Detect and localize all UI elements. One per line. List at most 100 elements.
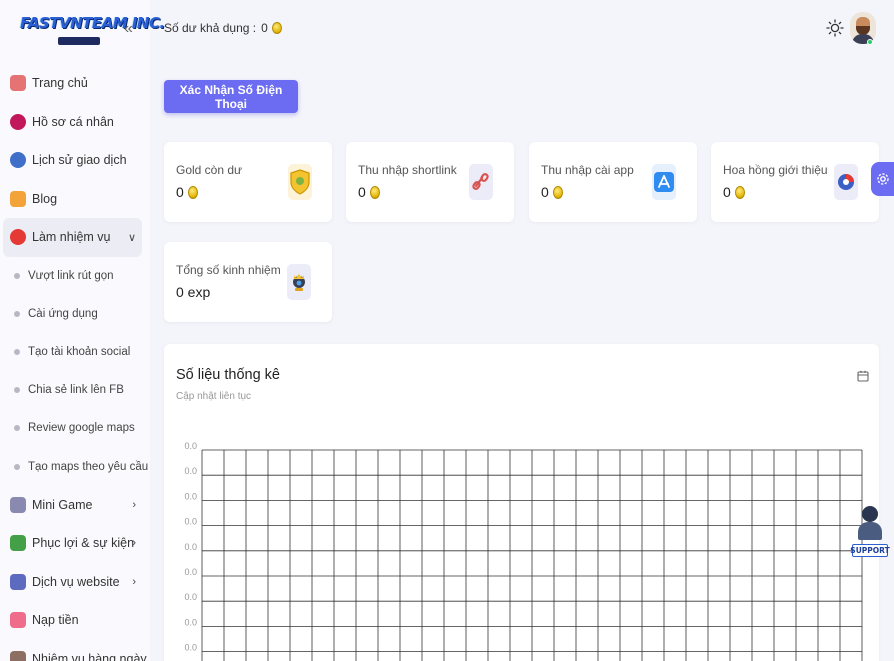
chevron-down-icon: ∨ — [127, 231, 136, 244]
sidebar-subitem-create-maps[interactable]: Tạo maps theo yêu cầu — [0, 447, 150, 485]
statistics-chart-card: Số liệu thống kê Cập nhật liên tục 0.0 0.… — [164, 344, 879, 661]
referral-icon — [834, 164, 858, 200]
settings-panel-toggle[interactable] — [871, 162, 894, 196]
sidebar-item-label: Blog — [32, 191, 58, 206]
stat-label: Thu nhập shortlink — [358, 163, 457, 177]
web-service-icon — [10, 573, 26, 590]
sidebar-subitem-label: Cài ứng dụng — [28, 307, 98, 320]
y-tick-label: 0.0 — [184, 567, 197, 577]
sidebar-subitem-shortlink[interactable]: Vượt link rút gọn — [0, 257, 150, 295]
stat-card-gold: Gold còn dư 0 — [164, 142, 332, 222]
sidebar-item-web-services[interactable]: Dịch vụ website › — [0, 563, 150, 602]
stat-card-app-install: Thu nhập cài app 0 — [529, 142, 697, 222]
balance-value: 0 — [261, 21, 268, 35]
trophy-icon — [287, 264, 311, 300]
y-tick-label: 0.0 — [184, 491, 197, 501]
bullet-icon — [14, 425, 20, 432]
theme-toggle-sun-icon[interactable] — [826, 19, 844, 37]
bullet-icon — [14, 348, 20, 355]
sidebar-item-profile[interactable]: Hồ sơ cá nhân — [0, 103, 150, 142]
sidebar-item-tasks[interactable]: Làm nhiệm vụ ∨ — [3, 218, 142, 257]
stat-value: 0 exp — [176, 284, 210, 300]
stat-label: Thu nhập cài app — [541, 163, 634, 177]
stat-card-shortlink: Thu nhập shortlink 0 — [346, 142, 514, 222]
verify-phone-button[interactable]: Xác Nhận Số Điện Thoại — [164, 80, 298, 113]
user-icon — [10, 113, 26, 130]
gold-coin-icon — [187, 185, 198, 199]
sidebar-nav: Trang chủ Hồ sơ cá nhân Lịch sử giao dịc… — [0, 64, 150, 661]
gold-coin-icon — [552, 185, 563, 199]
sidebar: FASTVNTEAM INC. « Trang chủ Hồ sơ cá nhâ… — [0, 0, 165, 661]
sidebar-item-blog[interactable]: Blog — [0, 180, 150, 219]
sidebar-subitem-install-app[interactable]: Cài ứng dụng — [0, 295, 150, 333]
sidebar-item-label: Mini Game — [32, 497, 93, 512]
chevron-right-icon: › — [132, 537, 136, 550]
stat-value-text: 0 — [541, 184, 549, 200]
sidebar-item-label: Làm nhiệm vụ — [32, 230, 111, 245]
stat-value-text: 0 — [358, 184, 366, 200]
sidebar-subitem-label: Tạo maps theo yêu cầu — [28, 460, 149, 473]
balance-label: Số dư khả dụng : — [164, 21, 257, 35]
stat-card-referral: Hoa hồng giới thiệu 0 — [711, 142, 879, 222]
sidebar-subitem-share-fb[interactable]: Chia sẻ link lên FB — [0, 371, 150, 409]
stat-value-text: 0 exp — [176, 284, 211, 300]
brand-logo-badge — [58, 37, 100, 45]
deposit-icon — [10, 612, 26, 629]
statistics-chart: 0.0 0.0 0.0 0.0 0.0 0.0 0.0 0.0 0.0 — [184, 441, 863, 661]
sidebar-item-deposit[interactable]: Nạp tiền — [0, 601, 150, 640]
target-icon — [10, 229, 26, 246]
support-agent-body — [858, 522, 882, 540]
sidebar-subitem-label: Review google maps — [28, 422, 135, 435]
y-tick-label: 0.0 — [184, 517, 197, 527]
bullet-icon — [14, 387, 20, 394]
sidebar-subitem-label: Chia sẻ link lên FB — [28, 384, 124, 397]
sidebar-item-label: Hồ sơ cá nhân — [32, 114, 114, 129]
chevron-right-icon: › — [132, 498, 136, 511]
y-tick-label: 0.0 — [184, 592, 197, 602]
brand-logo[interactable]: FASTVNTEAM INC. — [18, 10, 165, 50]
chevron-right-icon: › — [132, 575, 136, 588]
gold-coin-icon — [369, 185, 380, 199]
stat-label: Hoa hồng giới thiệu — [723, 163, 828, 177]
sidebar-item-label: Nạp tiền — [32, 613, 79, 628]
stat-value-text: 0 — [723, 184, 731, 200]
sidebar-item-label: Phục lợi & sự kiện — [32, 536, 135, 551]
balance-display: Số dư khả dụng : 0 — [164, 21, 282, 35]
sidebar-item-daily-tasks[interactable]: Nhiệm vụ hàng ngày — [0, 640, 150, 661]
support-agent-icon — [862, 506, 878, 522]
support-label: SUPPORT — [850, 544, 890, 557]
stat-value-text: 0 — [176, 184, 184, 200]
gold-coin-icon — [734, 185, 745, 199]
gold-coin-icon — [271, 22, 282, 34]
bullet-icon — [14, 272, 20, 279]
sidebar-subitem-label: Vượt link rút gọn — [28, 269, 114, 282]
history-icon — [10, 152, 26, 169]
sidebar-item-label: Dịch vụ website — [32, 574, 120, 589]
sidebar-subitem-review-maps[interactable]: Review google maps — [0, 409, 150, 447]
brand-logo-text: FASTVNTEAM INC. — [20, 14, 165, 32]
collapse-sidebar-icon[interactable]: « — [124, 20, 133, 38]
bullet-icon — [14, 463, 20, 470]
sidebar-item-label: Nhiệm vụ hàng ngày — [32, 651, 147, 661]
stat-value: 0 — [176, 184, 198, 200]
online-status-dot — [867, 39, 873, 45]
support-widget[interactable]: SUPPORT — [850, 502, 890, 560]
bullet-icon — [14, 310, 20, 317]
gamepad-icon — [10, 496, 26, 513]
sidebar-subitem-label: Tạo tài khoản social — [28, 345, 131, 358]
daily-task-icon — [10, 650, 26, 661]
sidebar-subitem-social-account[interactable]: Tạo tài khoản social — [0, 333, 150, 371]
sidebar-item-minigame[interactable]: Mini Game › — [0, 486, 150, 525]
sidebar-item-label: Trang chủ — [32, 76, 88, 91]
gift-icon — [10, 535, 26, 552]
sidebar-item-home[interactable]: Trang chủ — [0, 64, 150, 103]
home-icon — [10, 75, 26, 92]
sidebar-item-rewards[interactable]: Phục lợi & sự kiện › — [0, 524, 150, 563]
stat-label: Gold còn dư — [176, 163, 243, 177]
y-tick-label: 0.0 — [184, 466, 197, 476]
sidebar-item-history[interactable]: Lịch sử giao dịch — [0, 141, 150, 180]
y-tick-label: 0.0 — [184, 643, 197, 653]
stat-value: 0 — [358, 184, 380, 200]
stat-value: 0 — [541, 184, 563, 200]
stat-card-experience: Tổng số kinh nhiệm 0 exp — [164, 242, 332, 322]
